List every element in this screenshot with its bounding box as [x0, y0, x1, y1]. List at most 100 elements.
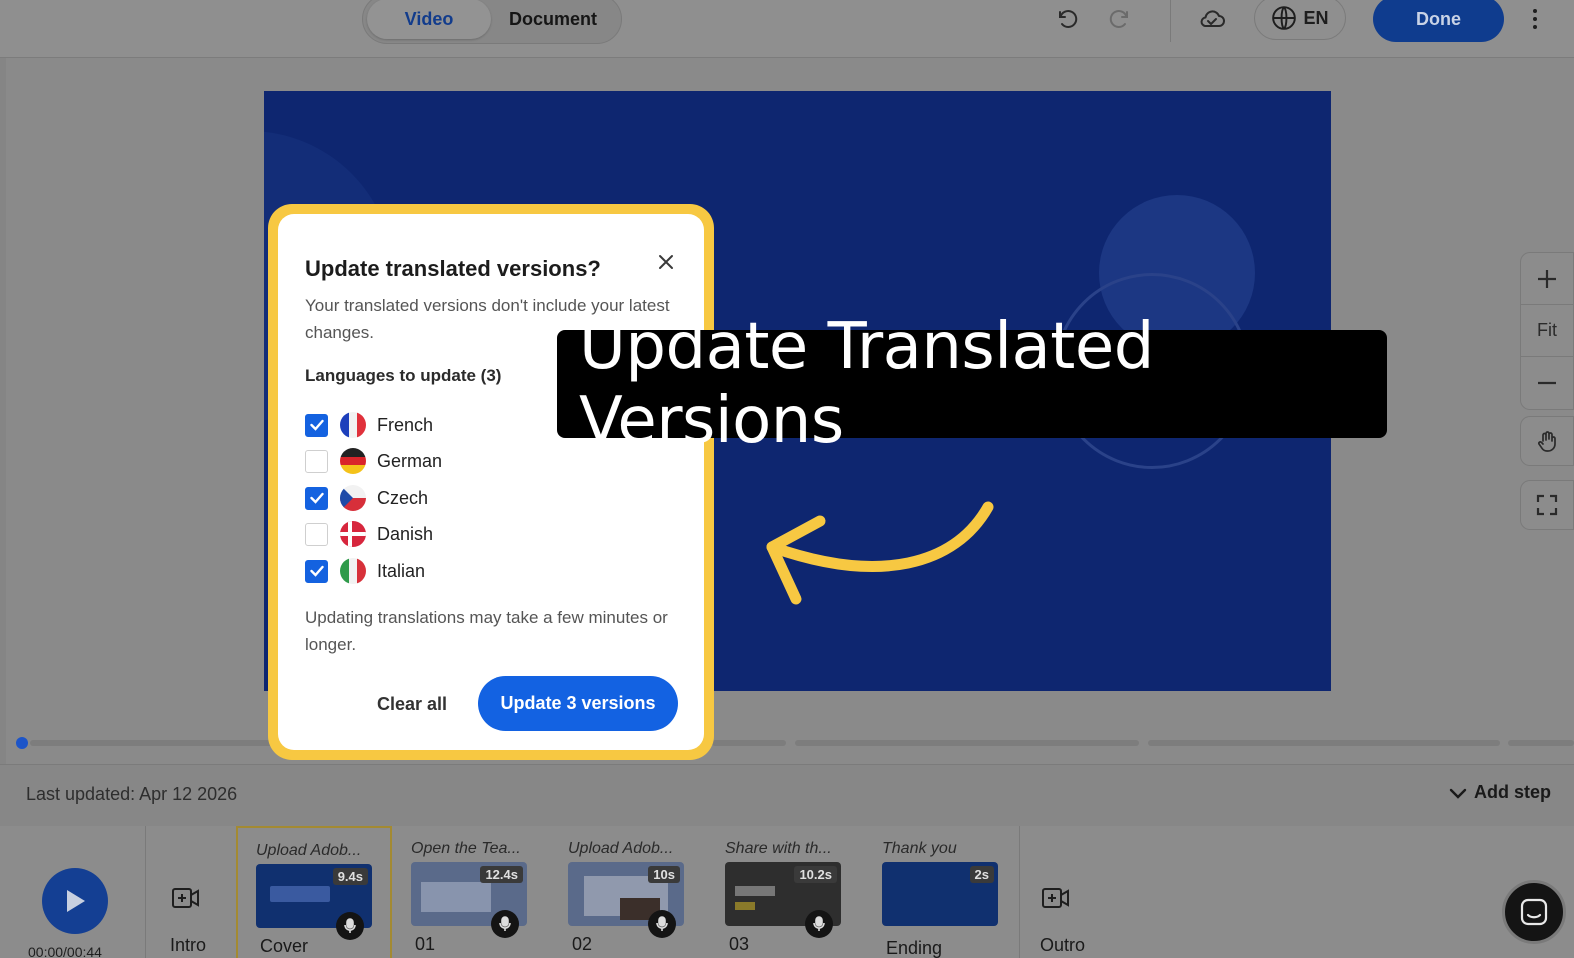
update-translations-dialog: Update translated versions? Your transla…	[278, 214, 704, 750]
step-duration: 2s	[969, 866, 994, 883]
add-step-label: Add step	[1474, 782, 1552, 802]
step-card-cover[interactable]: Upload Adob... 9.4s Cover	[236, 826, 392, 958]
language-name: Danish	[377, 523, 434, 544]
callout-text: Update Translated Versions	[579, 310, 1154, 458]
step-label: 02	[572, 934, 593, 954]
zoom-in-button[interactable]	[1521, 253, 1573, 305]
clear-all-button[interactable]: Clear all	[377, 694, 447, 715]
step-duration: 10s	[648, 866, 680, 883]
cloud-saved-icon[interactable]	[1195, 2, 1229, 36]
flag-france-icon	[340, 412, 366, 438]
timeline-segment[interactable]	[30, 740, 280, 746]
last-updated-text: Last updated: Apr 12 2026	[26, 784, 238, 804]
more-options-icon[interactable]	[1525, 4, 1545, 34]
divider	[1019, 826, 1020, 958]
language-name: German	[377, 450, 443, 471]
step-duration: 12.4s	[480, 866, 523, 883]
language-option-german[interactable]: German	[305, 446, 442, 476]
add-outro-video-icon[interactable]	[1040, 884, 1072, 912]
language-code: EN	[1303, 7, 1329, 28]
play-button[interactable]	[42, 868, 108, 934]
language-name: Czech	[377, 487, 429, 508]
checkbox[interactable]	[305, 486, 328, 510]
left-panel-edge	[0, 58, 6, 768]
step-card-01[interactable]: Open the Tea... 12.4s 01	[393, 826, 549, 958]
tutorial-callout: Update Translated Versions	[557, 310, 1387, 458]
microphone-icon[interactable]	[336, 912, 364, 940]
done-button[interactable]: Done	[1373, 0, 1504, 42]
step-card-03[interactable]: Share with th... 10.2s 03	[707, 826, 863, 958]
add-step-button[interactable]: Add step	[1448, 782, 1551, 803]
undo-icon[interactable]	[1050, 2, 1084, 36]
timeline-segment[interactable]	[795, 740, 1139, 746]
flag-denmark-icon	[340, 521, 366, 547]
step-card-ending[interactable]: Thank you 2s Ending	[864, 826, 1020, 958]
step-label: 03	[729, 934, 750, 954]
language-name: French	[377, 414, 434, 435]
step-title: Thank you	[882, 840, 957, 857]
checkbox[interactable]	[305, 413, 328, 437]
language-name: Italian	[377, 560, 426, 581]
close-icon[interactable]	[654, 250, 678, 274]
languages-heading: Languages to update (3)	[305, 366, 502, 385]
step-title: Open the Tea...	[411, 840, 521, 857]
toolbar-divider	[1170, 0, 1171, 42]
language-option-danish[interactable]: Danish	[305, 519, 433, 549]
redo-icon[interactable]	[1103, 2, 1137, 36]
step-label: Cover	[260, 936, 309, 956]
flag-italy-icon	[340, 558, 366, 584]
pointer-arrow-icon	[766, 501, 994, 605]
microphone-icon[interactable]	[648, 910, 676, 938]
tab-video[interactable]: Video	[367, 0, 491, 39]
checkbox[interactable]	[305, 522, 328, 546]
flag-germany-icon	[340, 448, 366, 474]
globe-icon	[1272, 6, 1297, 30]
fullscreen-button[interactable]	[1520, 480, 1574, 530]
top-toolbar: Video Document EN Done	[0, 0, 1574, 58]
step-label: Ending	[886, 938, 943, 958]
chat-support-button[interactable]	[1502, 880, 1566, 944]
step-title: Upload Adob...	[256, 842, 362, 859]
timeline-segment[interactable]	[1508, 740, 1574, 746]
outro-label[interactable]: Outro	[1040, 935, 1085, 956]
microphone-icon[interactable]	[491, 910, 519, 938]
plus-icon	[1538, 269, 1556, 288]
step-thumbnail: 2s	[882, 862, 998, 926]
zoom-fit-button[interactable]: Fit	[1521, 305, 1573, 357]
dialog-note: Updating translations may take a few min…	[305, 608, 668, 654]
playhead[interactable]	[16, 737, 28, 749]
language-selector[interactable]: EN	[1254, 0, 1346, 40]
mode-toggle: Video Document	[362, 0, 622, 44]
language-option-french[interactable]: French	[305, 410, 433, 440]
step-title: Share with th...	[725, 840, 832, 857]
fullscreen-icon	[1536, 494, 1558, 516]
hand-icon	[1538, 431, 1556, 452]
modal-highlight-frame: Update translated versions? Your transla…	[268, 204, 714, 760]
chevron-down-icon	[1449, 788, 1467, 799]
timeline-segment[interactable]	[712, 740, 786, 746]
microphone-icon[interactable]	[805, 910, 833, 938]
flag-czech-icon	[340, 485, 366, 511]
play-icon	[67, 890, 85, 912]
dialog-title: Update translated versions?	[305, 256, 601, 281]
chat-icon	[1520, 898, 1548, 926]
step-title: Upload Adob...	[568, 840, 674, 857]
minus-icon	[1538, 381, 1556, 385]
zoom-controls: Fit	[1520, 252, 1574, 410]
checkbox[interactable]	[305, 449, 328, 473]
timeline-segment[interactable]	[1148, 740, 1500, 746]
checkbox[interactable]	[305, 559, 328, 583]
divider	[145, 826, 146, 958]
step-card-02[interactable]: Upload Adob... 10s 02	[550, 826, 706, 958]
step-duration: 9.4s	[332, 868, 368, 885]
language-option-italian[interactable]: Italian	[305, 556, 425, 586]
tab-document[interactable]: Document	[491, 0, 615, 39]
intro-label[interactable]: Intro	[170, 935, 206, 956]
pan-tool-button[interactable]	[1520, 416, 1574, 466]
language-option-czech[interactable]: Czech	[305, 483, 428, 513]
zoom-out-button[interactable]	[1521, 357, 1573, 409]
step-duration: 10.2s	[794, 866, 837, 883]
step-label: 01	[415, 934, 436, 954]
update-versions-button[interactable]: Update 3 versions	[478, 676, 678, 731]
add-intro-video-icon[interactable]	[170, 884, 202, 912]
